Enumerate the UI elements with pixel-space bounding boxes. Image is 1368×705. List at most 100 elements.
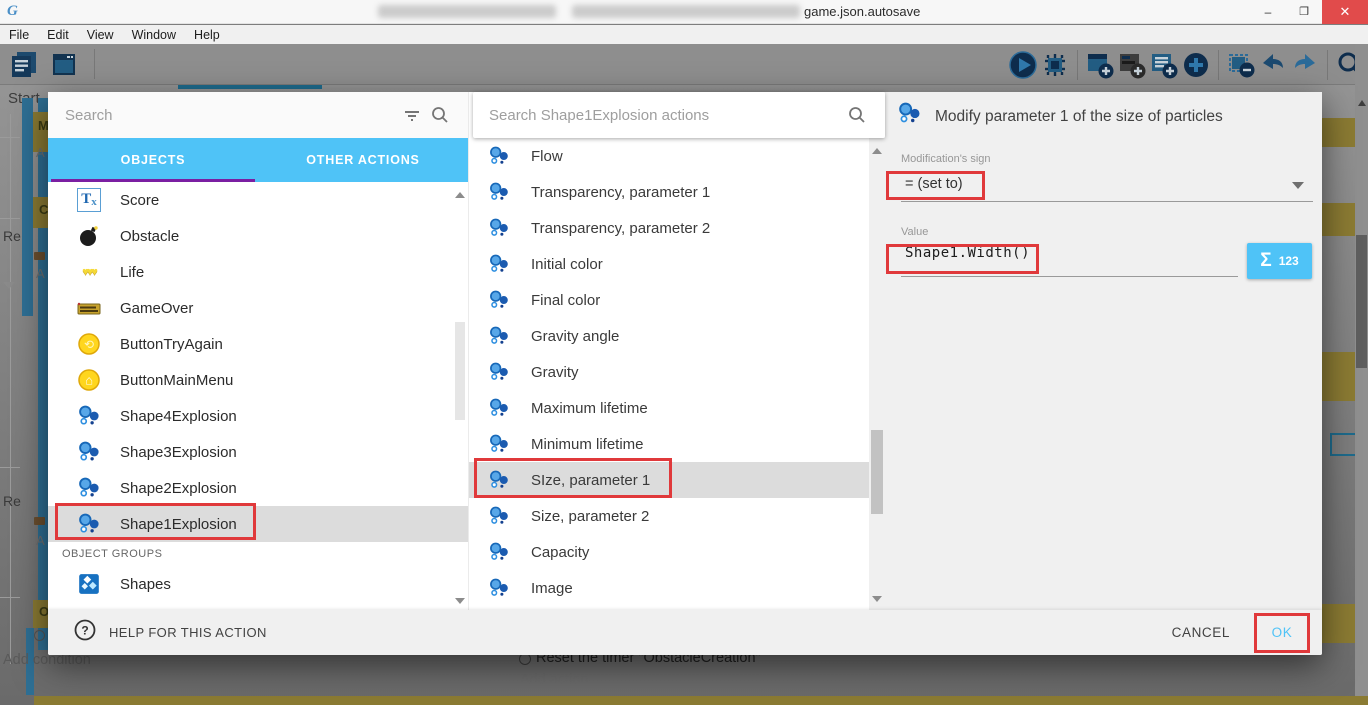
add-scene-icon[interactable] (1084, 49, 1116, 81)
blurred-title-text (378, 5, 556, 18)
event-bar (38, 98, 48, 650)
add-external-events-icon[interactable] (1116, 49, 1148, 81)
close-button[interactable]: ✕ (1322, 0, 1368, 24)
scroll-down-icon[interactable] (455, 598, 465, 604)
actions-list: Flow Transparency, parameter 1 Transpare… (469, 138, 885, 610)
action-row-size-parameter-1[interactable]: SIze, parameter 1 (469, 462, 885, 498)
debug-icon[interactable] (1039, 49, 1071, 81)
object-row-score[interactable]: Tx Score (48, 182, 468, 218)
menu-window[interactable]: Window (123, 28, 185, 42)
play-icon[interactable] (1007, 49, 1039, 81)
filter-icon[interactable] (398, 101, 426, 129)
scroll-down-icon[interactable] (872, 596, 882, 602)
sign-select-underline (901, 201, 1313, 202)
instruction-editor-dialog: OBJECTS OTHER ACTIONS Tx Score Obstacle (48, 92, 1322, 655)
undo-icon[interactable] (1257, 49, 1289, 81)
expression-builder-button[interactable]: Σ 123 (1247, 243, 1312, 279)
add-object-icon[interactable] (1180, 49, 1212, 81)
particle-emitter-icon (487, 540, 511, 564)
action-row[interactable]: Flow (469, 138, 885, 174)
particle-emitter-icon (487, 396, 511, 420)
object-row-shape4explosion[interactable]: Shape4Explosion (48, 398, 468, 434)
remove-selection-icon[interactable] (1225, 49, 1257, 81)
event-tree-tick (0, 137, 20, 138)
menu-edit[interactable]: Edit (38, 28, 78, 42)
event-text-fragment: Re (3, 228, 21, 244)
object-row-gameover[interactable]: GameOver (48, 290, 468, 326)
object-row-obstacle[interactable]: Obstacle (48, 218, 468, 254)
action-row[interactable]: Transparency, parameter 2 (469, 210, 885, 246)
actions-panel: Flow Transparency, parameter 1 Transpare… (468, 92, 885, 610)
redo-icon[interactable] (1289, 49, 1321, 81)
objects-panel: OBJECTS OTHER ACTIONS Tx Score Obstacle (48, 92, 468, 610)
objects-search-input[interactable] (65, 107, 398, 124)
event-text-fragment: C (39, 202, 48, 217)
help-for-this-action[interactable]: ? HELP FOR THIS ACTION (74, 619, 267, 646)
actions-scrollbar-thumb[interactable] (871, 430, 883, 514)
particle-emitter-icon (487, 180, 511, 204)
objects-scrollbar-thumb[interactable] (455, 322, 465, 420)
action-row[interactable]: Transparency, parameter 1 (469, 174, 885, 210)
add-external-layout-icon[interactable] (1148, 49, 1180, 81)
restore-button[interactable]: ❐ (1288, 0, 1320, 24)
object-row-buttonmainmenu[interactable]: ⌂ ButtonMainMenu (48, 362, 468, 398)
object-row-shapes-group[interactable]: Shapes (48, 566, 468, 602)
object-row-shape3explosion[interactable]: Shape3Explosion (48, 434, 468, 470)
event-action-icon (34, 252, 45, 260)
sign-select[interactable]: = (set to) (905, 176, 963, 192)
action-row[interactable]: Capacity (469, 534, 885, 570)
action-row[interactable]: Image (469, 570, 885, 606)
dialog-footer: ? HELP FOR THIS ACTION CANCEL OK (48, 610, 1322, 655)
menu-file[interactable]: File (0, 28, 38, 42)
actions-scrollbar[interactable] (869, 138, 885, 610)
project-manager-icon[interactable] (8, 48, 40, 80)
particle-emitter-icon (487, 360, 511, 384)
action-row[interactable]: Size, parameter 2 (469, 498, 885, 534)
background-scrollbar-thumb (1356, 235, 1367, 368)
tab-other-actions[interactable]: OTHER ACTIONS (258, 138, 468, 182)
menu-view[interactable]: View (78, 28, 123, 42)
search-icon[interactable] (843, 101, 871, 129)
object-row-shape1explosion[interactable]: Shape1Explosion (48, 506, 468, 542)
collapse-arrow-icon (3, 282, 15, 289)
numbers-icon: 123 (1279, 254, 1299, 268)
minimize-button[interactable]: – (1252, 0, 1284, 24)
chevron-down-icon[interactable] (1292, 182, 1304, 189)
particle-emitter-icon (487, 432, 511, 456)
event-highlight (1322, 604, 1355, 643)
event-tree-tick (0, 597, 20, 598)
object-row-shape2explosion[interactable]: Shape2Explosion (48, 470, 468, 506)
object-groups-header: OBJECT GROUPS (48, 542, 468, 566)
action-row[interactable]: Initial color (469, 246, 885, 282)
scene-editor-icon[interactable] (48, 48, 80, 80)
action-title: Modify parameter 1 of the size of partic… (935, 108, 1223, 126)
particle-emitter-icon (487, 324, 511, 348)
scroll-up-icon (1358, 100, 1366, 106)
value-expression-input[interactable] (905, 245, 1205, 261)
text-object-icon: Tx (75, 186, 103, 214)
app-content-dimmed: Start M A C Re A Re A O Add condition Re… (0, 44, 1368, 705)
cancel-button[interactable]: CANCEL (1162, 617, 1240, 648)
action-row[interactable]: Gravity (469, 354, 885, 390)
action-row[interactable]: Final color (469, 282, 885, 318)
scroll-up-icon[interactable] (872, 148, 882, 154)
event-highlight (1322, 203, 1355, 236)
toolbar (0, 44, 1368, 85)
menu-help[interactable]: Help (185, 28, 229, 42)
particle-emitter-icon (75, 438, 103, 466)
event-highlight (34, 696, 1368, 705)
actions-search-input[interactable] (489, 107, 843, 124)
actions-search-card (473, 92, 885, 138)
action-row[interactable]: Maximum lifetime (469, 390, 885, 426)
ok-button[interactable]: OK (1272, 625, 1293, 640)
event-tree-tick (0, 467, 20, 468)
event-bar (22, 98, 33, 316)
object-row-life[interactable]: ♥♥♥ Life (48, 254, 468, 290)
action-row[interactable]: Gravity angle (469, 318, 885, 354)
object-row-buttontryagain[interactable]: ⟲ ButtonTryAgain (48, 326, 468, 362)
scroll-up-icon[interactable] (455, 192, 465, 198)
tab-objects[interactable]: OBJECTS (48, 138, 258, 182)
search-icon[interactable] (426, 101, 454, 129)
object-group-icon (75, 570, 103, 598)
action-row[interactable]: Minimum lifetime (469, 426, 885, 462)
